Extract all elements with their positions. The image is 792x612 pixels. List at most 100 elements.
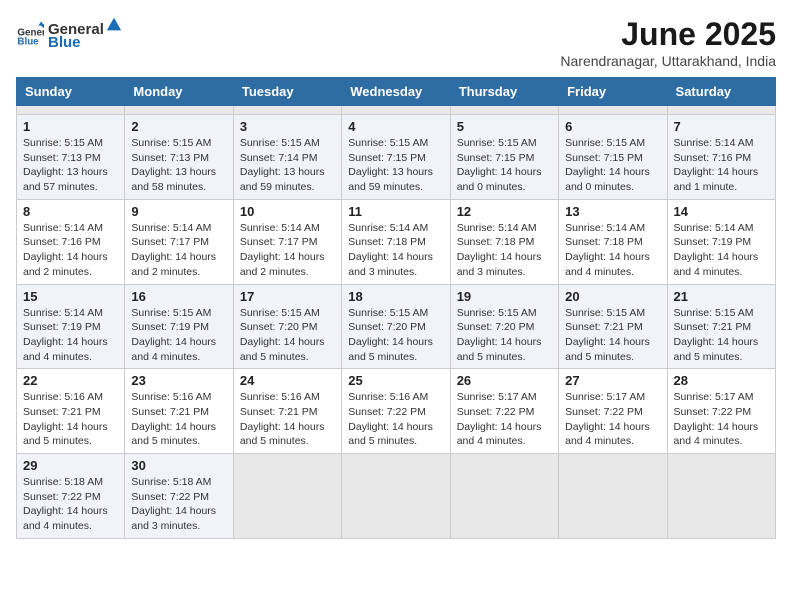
calendar-cell: 6 Sunrise: 5:15 AMSunset: 7:15 PMDaylight… — [559, 115, 667, 200]
calendar-cell: 8Sunrise: 5:14 AMSunset: 7:16 PMDaylight… — [17, 199, 125, 284]
day-number: 29 — [23, 458, 118, 473]
cell-details: Sunrise: 5:15 AMSunset: 7:20 PMDaylight:… — [240, 306, 335, 365]
cell-details: Sunrise: 5:15 AMSunset: 7:13 PMDaylight:… — [131, 136, 226, 195]
calendar-cell: 5 Sunrise: 5:15 AMSunset: 7:15 PMDaylight… — [450, 115, 558, 200]
header-cell-thursday: Thursday — [450, 78, 558, 106]
calendar-cell: 16Sunrise: 5:15 AMSunset: 7:19 PMDayligh… — [125, 284, 233, 369]
header-cell-wednesday: Wednesday — [342, 78, 450, 106]
week-row-5: 29 Sunrise: 5:18 AMSunset: 7:22 PMDayligh… — [17, 454, 776, 539]
day-number: 25 — [348, 373, 443, 388]
calendar-cell: 10 Sunrise: 5:14 AMSunset: 7:17 PMDayligh… — [233, 199, 341, 284]
cell-details: Sunrise: 5:16 AMSunset: 7:21 PMDaylight:… — [131, 390, 226, 449]
day-number: 12 — [457, 204, 552, 219]
header-cell-monday: Monday — [125, 78, 233, 106]
cell-details: Sunrise: 5:15 AMSunset: 7:15 PMDaylight:… — [457, 136, 552, 195]
calendar-cell — [450, 454, 558, 539]
day-number: 27 — [565, 373, 660, 388]
calendar-cell — [17, 106, 125, 115]
cell-details: Sunrise: 5:16 AMSunset: 7:21 PMDaylight:… — [23, 390, 118, 449]
calendar-cell — [342, 454, 450, 539]
day-number: 30 — [131, 458, 226, 473]
cell-details: Sunrise: 5:15 AMSunset: 7:15 PMDaylight:… — [348, 136, 443, 195]
calendar-cell — [125, 106, 233, 115]
calendar-cell: 18 Sunrise: 5:15 AMSunset: 7:20 PMDayligh… — [342, 284, 450, 369]
logo: General Blue General Blue — [16, 16, 124, 51]
calendar-cell: 17Sunrise: 5:15 AMSunset: 7:20 PMDayligh… — [233, 284, 341, 369]
calendar-cell — [559, 106, 667, 115]
cell-details: Sunrise: 5:17 AMSunset: 7:22 PMDaylight:… — [457, 390, 552, 449]
calendar-cell: 14 Sunrise: 5:14 AMSunset: 7:19 PMDayligh… — [667, 199, 775, 284]
calendar-cell: 13 Sunrise: 5:14 AMSunset: 7:18 PMDayligh… — [559, 199, 667, 284]
cell-details: Sunrise: 5:16 AMSunset: 7:21 PMDaylight:… — [240, 390, 335, 449]
cell-details: Sunrise: 5:17 AMSunset: 7:22 PMDaylight:… — [565, 390, 660, 449]
cell-details: Sunrise: 5:14 AMSunset: 7:19 PMDaylight:… — [674, 221, 769, 280]
cell-details: Sunrise: 5:14 AMSunset: 7:17 PMDaylight:… — [131, 221, 226, 280]
cell-details: Sunrise: 5:14 AMSunset: 7:18 PMDaylight:… — [348, 221, 443, 280]
calendar-cell: 27 Sunrise: 5:17 AMSunset: 7:22 PMDayligh… — [559, 369, 667, 454]
header-cell-tuesday: Tuesday — [233, 78, 341, 106]
header-cell-saturday: Saturday — [667, 78, 775, 106]
cell-details: Sunrise: 5:17 AMSunset: 7:22 PMDaylight:… — [674, 390, 769, 449]
calendar-cell — [233, 106, 341, 115]
week-row-2: 8Sunrise: 5:14 AMSunset: 7:16 PMDaylight… — [17, 199, 776, 284]
cell-details: Sunrise: 5:18 AMSunset: 7:22 PMDaylight:… — [23, 475, 118, 534]
calendar-cell: 28 Sunrise: 5:17 AMSunset: 7:22 PMDayligh… — [667, 369, 775, 454]
header: General Blue General Blue June 2025 Nare… — [16, 16, 776, 69]
week-row-4: 22Sunrise: 5:16 AMSunset: 7:21 PMDayligh… — [17, 369, 776, 454]
calendar-cell: 20Sunrise: 5:15 AMSunset: 7:21 PMDayligh… — [559, 284, 667, 369]
cell-details: Sunrise: 5:14 AMSunset: 7:18 PMDaylight:… — [565, 221, 660, 280]
day-number: 4 — [348, 119, 443, 134]
calendar-title: June 2025 — [560, 16, 776, 53]
cell-details: Sunrise: 5:15 AMSunset: 7:14 PMDaylight:… — [240, 136, 335, 195]
calendar-cell: 26Sunrise: 5:17 AMSunset: 7:22 PMDayligh… — [450, 369, 558, 454]
calendar-cell: 22Sunrise: 5:16 AMSunset: 7:21 PMDayligh… — [17, 369, 125, 454]
calendar-cell: 29 Sunrise: 5:18 AMSunset: 7:22 PMDayligh… — [17, 454, 125, 539]
day-number: 20 — [565, 289, 660, 304]
day-number: 5 — [457, 119, 552, 134]
calendar-cell: 21Sunrise: 5:15 AMSunset: 7:21 PMDayligh… — [667, 284, 775, 369]
logo-triangle-icon — [105, 16, 123, 34]
day-number: 18 — [348, 289, 443, 304]
cell-details: Sunrise: 5:15 AMSunset: 7:13 PMDaylight:… — [23, 136, 118, 195]
calendar-cell: 25 Sunrise: 5:16 AMSunset: 7:22 PMDayligh… — [342, 369, 450, 454]
day-number: 15 — [23, 289, 118, 304]
week-row-0 — [17, 106, 776, 115]
calendar-cell: 1 Sunrise: 5:15 AMSunset: 7:13 PMDaylight… — [17, 115, 125, 200]
day-number: 10 — [240, 204, 335, 219]
cell-details: Sunrise: 5:14 AMSunset: 7:17 PMDaylight:… — [240, 221, 335, 280]
header-cell-friday: Friday — [559, 78, 667, 106]
svg-text:Blue: Blue — [17, 36, 39, 47]
calendar-cell — [233, 454, 341, 539]
day-number: 2 — [131, 119, 226, 134]
title-area: June 2025 Narendranagar, Uttarakhand, In… — [560, 16, 776, 69]
calendar-cell: 4 Sunrise: 5:15 AMSunset: 7:15 PMDaylight… — [342, 115, 450, 200]
cell-details: Sunrise: 5:15 AMSunset: 7:21 PMDaylight:… — [674, 306, 769, 365]
calendar-cell: 15Sunrise: 5:14 AMSunset: 7:19 PMDayligh… — [17, 284, 125, 369]
day-number: 13 — [565, 204, 660, 219]
day-number: 6 — [565, 119, 660, 134]
week-row-1: 1 Sunrise: 5:15 AMSunset: 7:13 PMDaylight… — [17, 115, 776, 200]
calendar-cell: 11 Sunrise: 5:14 AMSunset: 7:18 PMDayligh… — [342, 199, 450, 284]
day-number: 11 — [348, 204, 443, 219]
cell-details: Sunrise: 5:15 AMSunset: 7:20 PMDaylight:… — [457, 306, 552, 365]
day-number: 23 — [131, 373, 226, 388]
calendar-table: SundayMondayTuesdayWednesdayThursdayFrid… — [16, 77, 776, 539]
cell-details: Sunrise: 5:15 AMSunset: 7:19 PMDaylight:… — [131, 306, 226, 365]
cell-details: Sunrise: 5:16 AMSunset: 7:22 PMDaylight:… — [348, 390, 443, 449]
cell-details: Sunrise: 5:14 AMSunset: 7:16 PMDaylight:… — [674, 136, 769, 195]
day-number: 28 — [674, 373, 769, 388]
day-number: 7 — [674, 119, 769, 134]
cell-details: Sunrise: 5:14 AMSunset: 7:18 PMDaylight:… — [457, 221, 552, 280]
day-number: 24 — [240, 373, 335, 388]
cell-details: Sunrise: 5:14 AMSunset: 7:16 PMDaylight:… — [23, 221, 118, 280]
header-cell-sunday: Sunday — [17, 78, 125, 106]
day-number: 1 — [23, 119, 118, 134]
cell-details: Sunrise: 5:18 AMSunset: 7:22 PMDaylight:… — [131, 475, 226, 534]
calendar-cell: 2 Sunrise: 5:15 AMSunset: 7:13 PMDaylight… — [125, 115, 233, 200]
calendar-cell — [559, 454, 667, 539]
cell-details: Sunrise: 5:15 AMSunset: 7:15 PMDaylight:… — [565, 136, 660, 195]
cell-details: Sunrise: 5:15 AMSunset: 7:20 PMDaylight:… — [348, 306, 443, 365]
logo-icon: General Blue — [16, 20, 44, 48]
day-number: 14 — [674, 204, 769, 219]
week-row-3: 15Sunrise: 5:14 AMSunset: 7:19 PMDayligh… — [17, 284, 776, 369]
